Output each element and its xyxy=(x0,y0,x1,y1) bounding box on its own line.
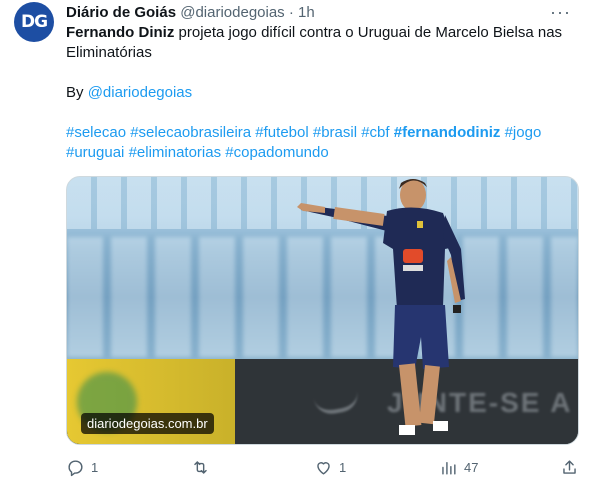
hashtag[interactable]: #selecao xyxy=(66,124,126,141)
views-count: 47 xyxy=(464,460,479,475)
hashtag[interactable]: #copadomundo xyxy=(225,144,328,161)
author-handle[interactable]: @diariodegoias xyxy=(180,4,284,21)
tweet[interactable]: DG Diário de Goiás @diariodegoias · 1h ·… xyxy=(0,0,589,494)
share-icon xyxy=(563,460,576,474)
like-button[interactable]: 1 xyxy=(314,458,346,477)
views-icon xyxy=(442,462,456,475)
hashtag[interactable]: #fernandodiniz xyxy=(394,124,501,141)
share-button[interactable] xyxy=(560,458,579,477)
tweet-header: Diário de Goiás @diariodegoias · 1h xyxy=(66,3,315,23)
retweet-icon xyxy=(194,461,207,474)
hashtags-line-1: #selecao #selecaobrasileira #futebol #br… xyxy=(66,123,576,143)
tweet-photo[interactable]: JUNTE-SE A NÓS diariode xyxy=(66,176,579,445)
byline: By @diariodegoias xyxy=(66,83,576,103)
like-icon xyxy=(317,462,330,475)
byline-mention[interactable]: @diariodegoias xyxy=(88,84,192,101)
hashtag[interactable]: #selecaobrasileira xyxy=(130,124,251,141)
tweet-actions: 1 1 47 xyxy=(66,458,579,478)
separator-dot: · xyxy=(288,4,294,21)
reply-button[interactable]: 1 xyxy=(66,458,98,477)
hashtags-line-2: #uruguai #eliminatorias #copadomundo xyxy=(66,143,576,163)
hashtag[interactable]: #cbf xyxy=(361,124,389,141)
timestamp[interactable]: 1h xyxy=(298,4,315,21)
hashtag[interactable]: #eliminatorias xyxy=(129,144,222,161)
hashtag[interactable]: #brasil xyxy=(313,124,357,141)
hashtag[interactable]: #jogo xyxy=(505,124,542,141)
avatar-logo-text: DG xyxy=(20,12,48,32)
headline-bold: Fernando Diniz xyxy=(66,24,175,41)
coach-figure xyxy=(297,179,465,435)
hashtag[interactable]: #futebol xyxy=(255,124,308,141)
reply-count: 1 xyxy=(91,460,99,475)
like-count: 1 xyxy=(339,460,347,475)
tweet-text: Fernando Diniz projeta jogo difícil cont… xyxy=(66,23,576,163)
photo-watermark: diariodegoias.com.br xyxy=(81,413,214,434)
author-name[interactable]: Diário de Goiás xyxy=(66,4,176,21)
retweet-button[interactable] xyxy=(191,458,216,477)
headline: Fernando Diniz projeta jogo difícil cont… xyxy=(66,23,576,63)
hashtag[interactable]: #uruguai xyxy=(66,144,124,161)
views-button[interactable]: 47 xyxy=(439,458,478,477)
reply-icon xyxy=(68,460,83,477)
byline-prefix: By xyxy=(66,84,88,101)
avatar[interactable]: DG xyxy=(14,2,54,42)
more-icon[interactable]: ··· xyxy=(550,2,571,23)
